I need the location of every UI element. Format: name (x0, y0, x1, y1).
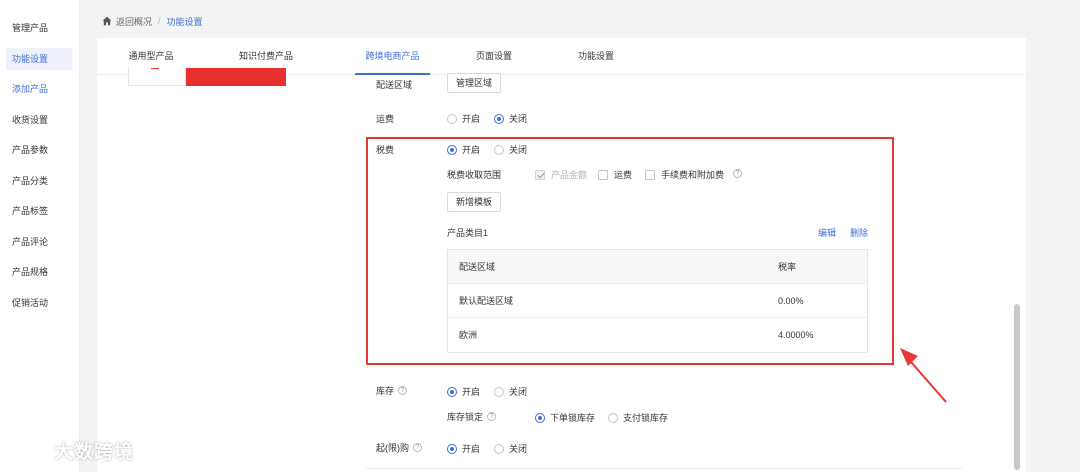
sidebar-item-promotions[interactable]: 促销活动 (6, 292, 72, 314)
radio-dot (447, 113, 457, 124)
shipping-on-radio[interactable]: 开启 (447, 112, 480, 125)
inventory-lock-label: 库存锁定 ? (447, 410, 497, 423)
shipping-label: 运费 (376, 114, 395, 124)
inventory-label-text: 库存 (376, 386, 395, 396)
watermark-text: 大数跨境 (54, 441, 135, 463)
radio-label: 开启 (462, 444, 481, 454)
inventory-off-radio[interactable]: 关闭 (494, 385, 527, 398)
radio-dot-selected (447, 443, 457, 454)
tab-cross-border-product[interactable]: 跨境电商产品 (355, 38, 430, 75)
watermark: 大数跨境 (6, 436, 134, 464)
manage-area-button[interactable]: 管理区域 (447, 73, 502, 93)
back-to-overview-link[interactable]: 返回概况 (116, 15, 152, 28)
sidebar-item-product-specs[interactable]: 产品规格 (6, 261, 72, 283)
min-purchase-label-text: 起(限)购 (376, 443, 409, 453)
sidebar-item-product-category[interactable]: 产品分类 (6, 170, 72, 192)
inventory-on-radio[interactable]: 开启 (447, 385, 480, 398)
radio-dot-selected (494, 113, 504, 124)
sidebar-item-product-tags[interactable]: 产品标签 (6, 200, 72, 222)
section-divider (366, 468, 962, 469)
radio-label: 开启 (462, 387, 481, 397)
radio-label: 下单锁库存 (550, 413, 596, 423)
sidebar-item-product-reviews[interactable]: 产品评论 (6, 231, 72, 253)
active-tab-indicator (355, 73, 430, 75)
breadcrumb: 返回概况 / 功能设置 (102, 14, 203, 28)
sidebar-item-receiving-settings[interactable]: 收货设置 (6, 109, 72, 131)
scrollbar-thumb[interactable] (1014, 304, 1020, 470)
radio-dot-selected (447, 386, 457, 397)
min-purchase-on-radio[interactable]: 开启 (447, 442, 480, 455)
radio-label: 关闭 (509, 444, 528, 454)
radio-label: 开启 (462, 114, 481, 124)
radio-dot (608, 412, 618, 423)
breadcrumb-current: 功能设置 (166, 16, 203, 27)
sidebar: 管理产品 功能设置 添加产品 收货设置 产品参数 产品分类 产品标签 产品评论 … (0, 0, 80, 472)
shipping-off-radio[interactable]: 关闭 (494, 112, 527, 125)
watermark-logo-icon (6, 440, 49, 463)
radio-dot (494, 386, 504, 397)
tab-page-settings[interactable]: 页面设置 (467, 38, 521, 75)
lock-on-order-radio[interactable]: 下单锁库存 (535, 411, 595, 424)
radio-label: 支付锁库存 (623, 413, 669, 423)
inventory-lock-label-text: 库存锁定 (447, 412, 484, 422)
help-icon[interactable]: ? (413, 443, 422, 452)
radio-label: 关闭 (509, 387, 528, 397)
scrolled-banner (186, 68, 286, 86)
sidebar-item-product-params[interactable]: 产品参数 (6, 139, 72, 161)
radio-dot-selected (535, 412, 545, 423)
sidebar-item-add-product[interactable]: 添加产品 (6, 78, 72, 100)
help-icon[interactable]: ? (487, 412, 497, 421)
min-purchase-off-radio[interactable]: 关闭 (494, 442, 527, 455)
radio-label: 关闭 (509, 114, 528, 124)
home-icon[interactable] (102, 16, 112, 26)
sidebar-item-manage-products[interactable]: 管理产品 (6, 17, 72, 39)
inventory-label: 库存 ? (376, 384, 408, 397)
radio-dot (494, 443, 504, 454)
tab-feature-settings[interactable]: 功能设置 (569, 38, 623, 75)
lock-on-payment-radio[interactable]: 支付锁库存 (608, 411, 668, 424)
scrolled-tile-mark (151, 68, 159, 72)
sidebar-item-feature-settings[interactable]: 功能设置 (6, 48, 72, 70)
help-icon[interactable]: ? (398, 386, 408, 395)
min-purchase-label: 起(限)购 ? (376, 441, 422, 454)
delivery-area-label: 配送区域 (376, 80, 413, 90)
breadcrumb-separator: / (158, 16, 161, 26)
arrow-icon (900, 348, 947, 403)
annotation-highlight-box (366, 137, 894, 365)
